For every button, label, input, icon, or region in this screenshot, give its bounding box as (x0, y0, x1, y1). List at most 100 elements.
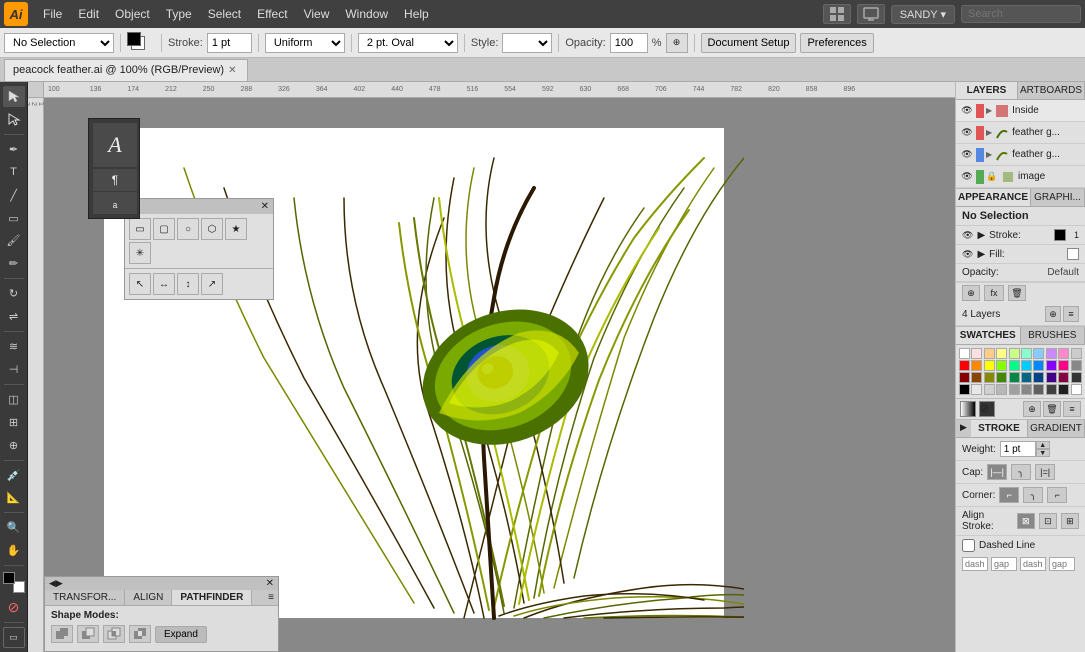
layer-menu-btn[interactable]: ≡ (1063, 306, 1079, 322)
swatches-tab[interactable]: SWATCHES (956, 327, 1021, 344)
tool-fill-stroke[interactable] (3, 572, 25, 593)
flare-btn[interactable]: ✳ (129, 242, 151, 264)
new-swatch-btn[interactable]: ⊕ (1023, 401, 1041, 417)
swatch-cell-20[interactable] (959, 372, 970, 383)
artboards-tab[interactable]: ARTBOARDS (1018, 82, 1085, 99)
fx-btn[interactable]: fx (984, 285, 1004, 301)
stroke-visibility-btn[interactable]: 👁 (962, 230, 973, 241)
view-mode-btn[interactable] (823, 4, 851, 24)
cap-square-btn[interactable]: |=| (1035, 464, 1055, 480)
align-outside-btn[interactable]: ⊞ (1061, 513, 1079, 529)
eyedropper-tool-btn[interactable]: 💉 (3, 465, 25, 486)
align-inside-btn[interactable]: ⊡ (1039, 513, 1057, 529)
search-input[interactable] (961, 5, 1081, 23)
transform-h-btn[interactable]: ↔ (153, 273, 175, 295)
stroke-up-btn[interactable]: ▲ (1036, 441, 1050, 449)
polygon-btn[interactable]: ⬡ (201, 218, 223, 240)
swatch-gradient-preview[interactable] (960, 401, 976, 417)
screen-mode-btn[interactable] (857, 4, 885, 24)
stroke-arrow-btn[interactable]: ▶ (956, 420, 971, 437)
menu-help[interactable]: Help (397, 5, 436, 23)
swatch-cell-35[interactable] (1021, 384, 1032, 395)
tool-stroke[interactable] (3, 572, 15, 584)
trash-btn[interactable]: 🗑 (1008, 285, 1026, 301)
stroke-value-input[interactable] (207, 33, 252, 53)
swatch-cell-2[interactable] (984, 348, 995, 359)
swatch-cell-21[interactable] (971, 372, 982, 383)
selection-tool-btn[interactable] (3, 86, 25, 107)
swatch-cell-0[interactable] (959, 348, 970, 359)
transform-diag-btn[interactable]: ↗ (201, 273, 223, 295)
layers-tab[interactable]: LAYERS (956, 82, 1018, 99)
swatch-cell-10[interactable] (959, 360, 970, 371)
rect-tool-btn[interactable]: ▭ (3, 208, 25, 229)
line-tool-btn[interactable]: ╱ (3, 185, 25, 206)
tab-close-btn[interactable]: ✕ (228, 65, 236, 76)
selection-dropdown[interactable]: No Selection (4, 33, 114, 53)
layer-arrow-3[interactable]: ▶ (986, 150, 992, 159)
swatch-cell-9[interactable] (1071, 348, 1082, 359)
swatch-cell-17[interactable] (1046, 360, 1057, 371)
brush-dropdown[interactable]: 2 pt. Oval (358, 33, 458, 53)
transform-move-btn[interactable]: ↖ (129, 273, 151, 295)
star-btn[interactable]: ★ (225, 218, 247, 240)
swatch-cell-5[interactable] (1021, 348, 1032, 359)
swatch-cell-3[interactable] (996, 348, 1007, 359)
pen-tool-btn[interactable]: ✒ (3, 139, 25, 160)
swatch-menu-btn[interactable]: ≡ (1063, 401, 1081, 417)
user-menu-btn[interactable]: SANDY ▾ (891, 5, 955, 24)
document-tab[interactable]: peacock feather.ai @ 100% (RGB/Preview) … (4, 59, 248, 81)
exclude-btn[interactable] (129, 625, 151, 643)
stroke-color-swatch[interactable] (1054, 229, 1066, 241)
stroke-arrow[interactable]: ▶ (977, 230, 985, 241)
swatch-cell-38[interactable] (1058, 384, 1069, 395)
canvas-area[interactable]: 100 136 174 212 250 288 326 364 402 440 … (28, 82, 955, 652)
expand-btn[interactable]: Expand (155, 626, 207, 643)
layer-name-2[interactable]: feather g... (1012, 127, 1081, 138)
layer-lock-4[interactable]: 🔒 (986, 170, 998, 184)
width-tool-btn[interactable]: ⊣ (3, 359, 25, 380)
rotate-tool-btn[interactable]: ↻ (3, 283, 25, 304)
swatch-cell-15[interactable] (1021, 360, 1032, 371)
type-ai-btn[interactable]: A (93, 123, 137, 167)
shape-tools-header[interactable]: ◈ ✕ (125, 199, 273, 214)
swatch-cell-29[interactable] (1071, 372, 1082, 383)
gap-input-1[interactable] (991, 557, 1017, 571)
swatch-cell-8[interactable] (1058, 348, 1069, 359)
panel-collapse-icon[interactable]: ◀▶ (49, 578, 63, 589)
align-center-btn[interactable]: ⊠ (1017, 513, 1035, 529)
measure-tool-btn[interactable]: 📐 (3, 488, 25, 509)
shape-tools-close[interactable]: ✕ (261, 201, 269, 212)
swatch-cell-39[interactable] (1071, 384, 1082, 395)
stroke-down-btn[interactable]: ▼ (1036, 449, 1050, 457)
layer-name-4[interactable]: image (1018, 171, 1081, 182)
change-screen-btn[interactable]: ▭ (3, 627, 25, 648)
corner-miter-btn[interactable]: ⌐ (999, 487, 1019, 503)
swatch-cell-26[interactable] (1033, 372, 1044, 383)
stroke-type-dropdown[interactable]: Uniform (265, 33, 345, 53)
menu-type[interactable]: Type (159, 5, 199, 23)
dashed-line-checkbox[interactable] (962, 539, 975, 552)
swatch-cell-12[interactable] (984, 360, 995, 371)
swatch-cell-11[interactable] (971, 360, 982, 371)
corner-bevel-btn[interactable]: ⌐ (1047, 487, 1067, 503)
ellipse-btn[interactable]: ○ (177, 218, 199, 240)
swatch-cell-37[interactable] (1046, 384, 1057, 395)
swatch-cell-19[interactable] (1071, 360, 1082, 371)
add-effect-btn[interactable]: ⊕ (962, 285, 980, 301)
layer-eye-4[interactable]: 👁 (960, 170, 974, 184)
swatch-cell-18[interactable] (1058, 360, 1069, 371)
zoom-tool-btn[interactable]: 🔍 (3, 517, 25, 538)
corner-round-btn[interactable]: ╮ (1023, 487, 1043, 503)
layer-arrow-2[interactable]: ▶ (986, 128, 992, 137)
dash-input-2[interactable] (1020, 557, 1046, 571)
gap-input-2[interactable] (1049, 557, 1075, 571)
swatch-cell-27[interactable] (1046, 372, 1057, 383)
cap-butt-btn[interactable]: |—| (987, 464, 1007, 480)
direct-selection-tool-btn[interactable] (3, 109, 25, 130)
transform-tab[interactable]: TRANSFOR... (45, 590, 125, 605)
swatch-cell-4[interactable] (1009, 348, 1020, 359)
swatch-cell-31[interactable] (971, 384, 982, 395)
fill-color-swatch[interactable] (1067, 248, 1079, 260)
none-btn[interactable]: ⊘ (3, 597, 25, 618)
